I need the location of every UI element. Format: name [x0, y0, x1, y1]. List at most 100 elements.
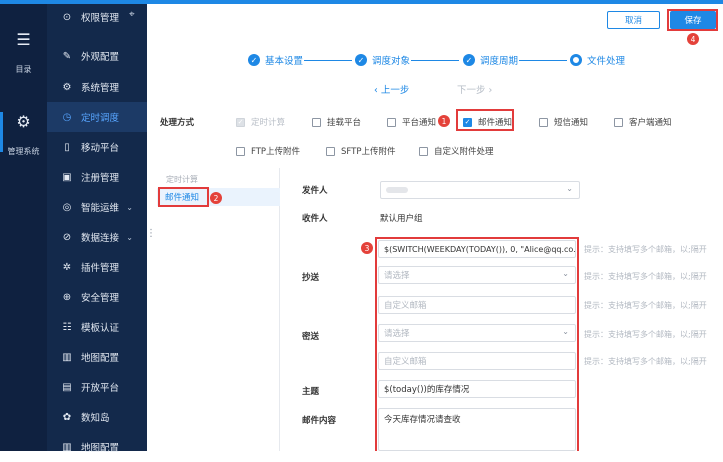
next-step-button[interactable]: 下一步 › — [457, 82, 492, 96]
rail-menu-label: 目录 — [15, 65, 32, 74]
rail-admin-label[interactable]: 管理系统 — [0, 146, 47, 157]
chevron-down-icon: ⌄ — [126, 232, 133, 242]
annotation-badge: 2 — [210, 192, 222, 204]
option-custom-attachment[interactable]: 自定义附件处理 — [419, 145, 494, 157]
option-ftp-upload[interactable]: FTP上传附件 — [236, 145, 300, 157]
sidebar-item-data-connection[interactable]: ⊘ 数据连接 ⌄ — [47, 222, 147, 252]
cancel-button[interactable]: 取消 — [607, 11, 660, 29]
cc-label: 抄送 — [302, 273, 320, 283]
option-sms-notify[interactable]: 短信通知 — [539, 116, 588, 128]
tip-text: 提示：支持填写多个邮箱，以;隔开 — [584, 272, 707, 281]
bcc-label: 密送 — [302, 332, 320, 342]
highlight-box-save — [667, 9, 718, 31]
register-icon: ▣ — [62, 171, 72, 183]
step-connector — [411, 60, 459, 61]
checkbox[interactable] — [387, 117, 396, 127]
check-icon: ✓ — [463, 54, 475, 66]
step-object[interactable]: ✓ 调度对象 — [355, 53, 410, 67]
step-connector — [519, 60, 567, 61]
clock-icon: ◷ — [62, 111, 72, 123]
sidebar-item-mobile[interactable]: ▯ 移动平台 — [47, 132, 147, 162]
annotation-badge: 4 — [687, 33, 699, 45]
plugin-icon: ✲ — [62, 261, 72, 273]
sidebar-item-label: 注册管理 — [81, 173, 120, 184]
option-mount-platform[interactable]: 挂载平台 — [312, 116, 361, 128]
step-basic[interactable]: ✓ 基本设置 — [248, 53, 303, 67]
security-icon: ⊕ — [62, 291, 72, 303]
sidebar-item-plugins[interactable]: ✲ 插件管理 — [47, 252, 147, 282]
sidebar-item-island[interactable]: ✿ 数知岛 — [47, 402, 147, 432]
sidebar-item-label: 模板认证 — [81, 323, 120, 334]
drag-handle-icon[interactable]: ⋮ — [146, 228, 156, 239]
highlight-box-email — [456, 109, 514, 131]
sidebar-item-open-platform[interactable]: ▤ 开放平台 — [47, 372, 147, 402]
tip-text: 提示：支持填写多个邮箱，以;隔开 — [584, 357, 707, 366]
sidebar-item-label: 外观配置 — [81, 52, 120, 63]
option-timed-calc: ✓ 定时计算 — [236, 116, 285, 128]
sidebar-item-security[interactable]: ⊕ 安全管理 — [47, 282, 147, 312]
checkbox[interactable] — [419, 146, 428, 156]
sidebar-item-register[interactable]: ▣ 注册管理 — [47, 162, 147, 192]
sender-select[interactable]: ⌄ — [380, 181, 580, 199]
template-icon: ☷ — [62, 321, 72, 333]
sidebar-item-system[interactable]: ⚙ 系统管理 — [47, 72, 147, 102]
chevron-left-icon: ‹ — [374, 85, 381, 96]
rail-active-indicator — [0, 112, 3, 152]
option-client-notify[interactable]: 客户端通知 — [614, 116, 672, 128]
gear-icon[interactable]: ⚙ — [0, 112, 47, 131]
highlight-box-form — [375, 237, 579, 451]
sidebar-item-label: 地图配置 — [81, 353, 120, 364]
next-step-label: 下一步 — [457, 85, 486, 96]
list-menu-icon[interactable]: ☰ — [0, 30, 47, 49]
checkbox[interactable] — [326, 146, 335, 156]
sidebar-item-label: 地图配置 — [81, 443, 120, 454]
processing-label: 处理方式 — [160, 118, 195, 128]
processing-list-panel — [155, 168, 280, 451]
checkbox[interactable] — [236, 146, 245, 156]
sidebar-item-ops[interactable]: ◎ 智能运维 ⌄ — [47, 192, 147, 222]
sidebar-item-label: 数据连接 — [81, 233, 120, 244]
option-label: FTP上传附件 — [251, 147, 301, 157]
checkbox[interactable] — [312, 117, 321, 127]
sender-value-blurred — [386, 187, 408, 193]
sidebar-item-appearance[interactable]: ✎ 外观配置 — [47, 41, 147, 71]
prev-step-label: 上一步 — [380, 85, 410, 96]
tip-text: 提示：支持填写多个邮箱，以;隔开 — [584, 330, 707, 339]
recipient-value: 默认用户组 — [380, 214, 423, 224]
checkbox[interactable] — [614, 117, 623, 127]
option-sftp-upload[interactable]: SFTP上传附件 — [326, 145, 395, 157]
option-label: 短信通知 — [554, 118, 589, 128]
checkbox[interactable] — [539, 117, 548, 127]
step-file[interactable]: 文件处理 — [570, 53, 625, 67]
step-connector — [304, 60, 352, 61]
prev-step-button[interactable]: ‹ 上一步 — [374, 82, 409, 96]
pin-icon[interactable]: ⌖ — [129, 9, 135, 20]
sidebar-item-label: 移动平台 — [81, 143, 120, 154]
step-cycle[interactable]: ✓ 调度周期 — [463, 53, 518, 67]
step-label: 文件处理 — [587, 56, 626, 67]
option-label: 客户端通知 — [629, 118, 672, 128]
sender-label: 发件人 — [302, 186, 328, 196]
sidebar-item-map-2[interactable]: ▥ 地图配置 — [47, 432, 147, 462]
option-label: 定时计算 — [251, 118, 286, 128]
option-platform-notify[interactable]: 平台通知 — [387, 116, 436, 128]
current-step-icon — [570, 54, 582, 66]
sidebar-item-schedule[interactable]: ◷ 定时调度 — [47, 102, 147, 132]
step-label: 基本设置 — [265, 56, 304, 67]
chevron-down-icon: ⌄ — [566, 184, 573, 193]
chevron-right-icon: › — [485, 85, 493, 96]
sidebar-item-map[interactable]: ▥ 地图配置 — [47, 342, 147, 372]
list-item-timed-calc[interactable]: 定时计算 — [166, 174, 198, 185]
sidebar-item-label: 定时调度 — [81, 113, 120, 124]
brush-icon: ✎ — [62, 50, 72, 62]
mobile-icon: ▯ — [64, 141, 70, 153]
highlight-box-list — [158, 187, 209, 207]
island-icon: ✿ — [62, 411, 72, 423]
sidebar-item-label: 系统管理 — [81, 83, 120, 94]
sidebar-item-template[interactable]: ☷ 模板认证 — [47, 312, 147, 342]
step-label: 调度周期 — [480, 56, 519, 67]
app-rail: ☰ 目录 ⚙ 管理系统 — [0, 4, 47, 451]
chevron-down-icon: ⌄ — [126, 202, 133, 212]
option-label: 平台通知 — [402, 118, 437, 128]
sidebar: ⊙ 权限管理 ✎ 外观配置 ⚙ 系统管理 ◷ 定时调度 ▯ 移动平台 ▣ 注册管理 ◎ 智能运… — [47, 4, 147, 454]
